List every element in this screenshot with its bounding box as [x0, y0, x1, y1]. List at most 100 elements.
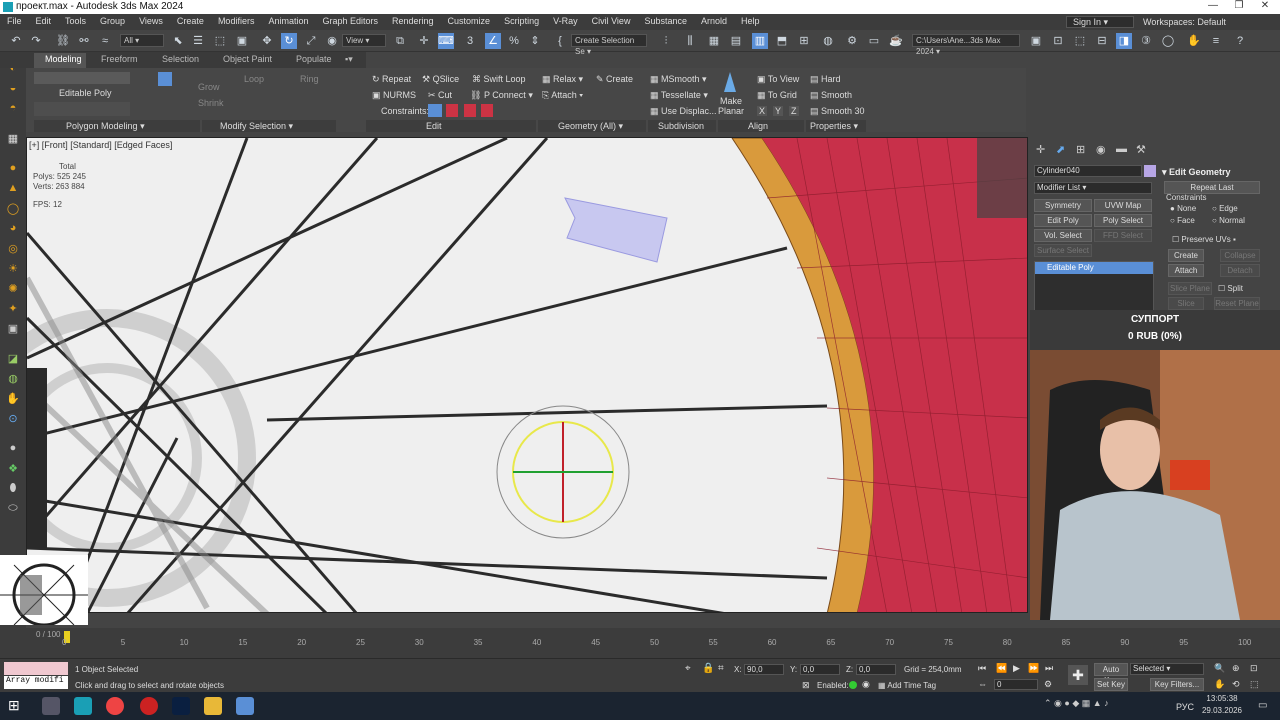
grow-button[interactable]: Grow: [198, 82, 220, 92]
system-tray-icons[interactable]: ⌃ ◉ ● ◆ ▦ ▲ ♪: [1044, 698, 1109, 709]
z-coordinate-field[interactable]: 0,0: [856, 664, 896, 675]
tab-freeform[interactable]: Freeform: [101, 54, 138, 64]
group-edit[interactable]: Edit: [366, 120, 536, 132]
menu-civil-view[interactable]: Civil View: [585, 14, 638, 28]
rendered-frame-window-icon[interactable]: ▭: [866, 33, 882, 49]
selection-filter-dropdown[interactable]: All ▾: [120, 34, 164, 47]
group-polygon-modeling[interactable]: Polygon Modeling ▾: [34, 120, 200, 132]
goto-start-icon[interactable]: ⏮: [978, 663, 986, 674]
start-icon[interactable]: ⊞: [8, 697, 26, 715]
key-selection-dropdown[interactable]: Selected ▾: [1130, 663, 1204, 675]
object-color-swatch[interactable]: [1144, 165, 1156, 177]
scale-icon[interactable]: ⤢: [303, 33, 319, 49]
swift-loop-button[interactable]: ⌘ Swift Loop: [472, 74, 526, 85]
use-displacement-button[interactable]: ▦ Use Displac...: [650, 106, 717, 117]
help-icon[interactable]: ?: [1232, 33, 1248, 49]
constraint-none-icon[interactable]: [428, 104, 442, 117]
smooth-30-button[interactable]: ▤ Smooth 30: [810, 106, 865, 117]
shrink-button[interactable]: Shrink: [198, 98, 224, 108]
group-properties[interactable]: Properties ▾: [806, 120, 866, 132]
slice-button[interactable]: Slice: [1168, 297, 1204, 310]
select-manipulate-icon[interactable]: ✛: [416, 33, 432, 49]
play-icon[interactable]: ▶: [1013, 663, 1020, 674]
pivot-center-icon[interactable]: ⧉: [392, 33, 408, 49]
spinner-snap-icon[interactable]: ⇕: [527, 33, 543, 49]
obs-icon[interactable]: [140, 697, 158, 715]
zoom-extents-icon[interactable]: ⊡: [1250, 663, 1258, 674]
poly-select-button[interactable]: Poly Select: [1094, 214, 1152, 227]
toolbar-tool-2-icon[interactable]: ⬚: [1072, 33, 1088, 49]
prev-frame-icon[interactable]: ⏪: [996, 663, 1007, 674]
particle-icon[interactable]: ⊙: [5, 412, 21, 426]
schematic-view-icon[interactable]: ⊞: [796, 33, 812, 49]
file-explorer-icon[interactable]: [204, 697, 222, 715]
set-key-icon[interactable]: ✚: [1068, 665, 1088, 685]
window-crossing-icon[interactable]: ▣: [234, 33, 250, 49]
light-icon[interactable]: ☀: [5, 262, 21, 276]
isolate-selection-icon[interactable]: ⌖: [685, 663, 691, 674]
create-geometry-button[interactable]: Create: [1168, 249, 1204, 262]
ignore-backfacing-icon[interactable]: [158, 72, 172, 86]
align-x-button[interactable]: X: [757, 106, 768, 116]
edit-named-selection-icon[interactable]: {: [552, 33, 568, 49]
current-frame-field[interactable]: 0: [994, 679, 1038, 690]
absolute-mode-icon[interactable]: ⌗: [718, 663, 724, 674]
tab-modeling[interactable]: Modeling: [45, 54, 82, 64]
rectangular-selection-icon[interactable]: ⬚: [212, 33, 228, 49]
photoshop-icon[interactable]: [172, 697, 190, 715]
clock-date[interactable]: 29.03.2026: [1198, 706, 1246, 715]
surface-select-button[interactable]: Surface Select: [1034, 244, 1092, 257]
menu-customize[interactable]: Customize: [441, 14, 498, 28]
menu-group[interactable]: Group: [93, 14, 132, 28]
maximize-icon[interactable]: ❐: [1226, 0, 1252, 14]
select-by-name-icon[interactable]: ☰: [190, 33, 206, 49]
enabled-indicator[interactable]: [849, 681, 857, 689]
split-checkbox[interactable]: ☐ Split: [1218, 284, 1243, 293]
object-name-field[interactable]: Cylinder040: [1034, 165, 1142, 177]
named-selection-dropdown[interactable]: Create Selection Se ▾: [571, 34, 647, 56]
clock-time[interactable]: 13:05:38: [1200, 694, 1244, 703]
zoom-icon[interactable]: 🔍: [1214, 663, 1225, 674]
curve-editor-icon[interactable]: ⬒: [774, 33, 790, 49]
ffd-select-button[interactable]: FFD Select: [1094, 229, 1152, 242]
hard-button[interactable]: ▤ Hard: [810, 74, 841, 85]
viewport-label[interactable]: [+] [Front] [Standard] [Edged Faces]: [29, 140, 172, 150]
preserve-uvs-checkbox[interactable]: ☐ Preserve UVs ▪: [1172, 235, 1236, 244]
menu-modifiers[interactable]: Modifiers: [211, 14, 262, 28]
cylinder-icon[interactable]: ⬭: [5, 502, 21, 516]
snaps-toggle-icon[interactable]: 3: [462, 33, 478, 49]
tab-object-paint[interactable]: Object Paint: [223, 54, 272, 64]
hand-icon[interactable]: ✋: [5, 392, 21, 406]
maxscript-listener-top[interactable]: [4, 662, 68, 675]
modify-panel-icon[interactable]: ◒: [5, 82, 21, 96]
group-subdivision[interactable]: Subdivision: [648, 120, 716, 132]
scene-explorer-icon[interactable]: ▦: [706, 33, 722, 49]
symmetry-button[interactable]: Symmetry: [1034, 199, 1092, 212]
maxscript-listener[interactable]: Array modifi: [4, 676, 68, 689]
create-tab-icon[interactable]: ✛: [1036, 143, 1045, 156]
tube-icon[interactable]: ◎: [5, 242, 21, 256]
menu-file[interactable]: File: [0, 14, 29, 28]
ribbon-options-icon[interactable]: ▪▾: [345, 54, 353, 65]
group-modify-selection[interactable]: Modify Selection ▾: [202, 120, 336, 132]
menu-graph-editors[interactable]: Graph Editors: [315, 14, 385, 28]
menu-arnold[interactable]: Arnold: [694, 14, 734, 28]
create-button[interactable]: ✎ Create: [596, 74, 633, 85]
unlink-icon[interactable]: ⚯: [76, 33, 92, 49]
uvw-map-button[interactable]: UVW Map: [1094, 199, 1152, 212]
angle-snap-icon[interactable]: ∠: [485, 33, 501, 49]
hierarchy-panel-icon[interactable]: ◓: [5, 102, 21, 116]
sphere-icon[interactable]: ●: [5, 162, 21, 176]
toolbar-tool-1-icon[interactable]: ⊡: [1050, 33, 1066, 49]
menu-edit[interactable]: Edit: [29, 14, 59, 28]
group-geometry[interactable]: Geometry (All) ▾: [538, 120, 646, 132]
mirror-icon[interactable]: ⫶: [658, 33, 674, 49]
auto-key-button[interactable]: Auto Key: [1094, 663, 1128, 685]
constraint-edge-icon[interactable]: [446, 104, 458, 117]
teapot-icon[interactable]: ◕: [5, 222, 21, 236]
tab-selection[interactable]: Selection: [162, 54, 199, 64]
motion-tab-icon[interactable]: ◉: [1096, 143, 1106, 156]
menu-help[interactable]: Help: [734, 14, 767, 28]
edit-poly-button[interactable]: Edit Poly: [1034, 214, 1092, 227]
display-tab-icon[interactable]: ▬: [1116, 143, 1127, 155]
